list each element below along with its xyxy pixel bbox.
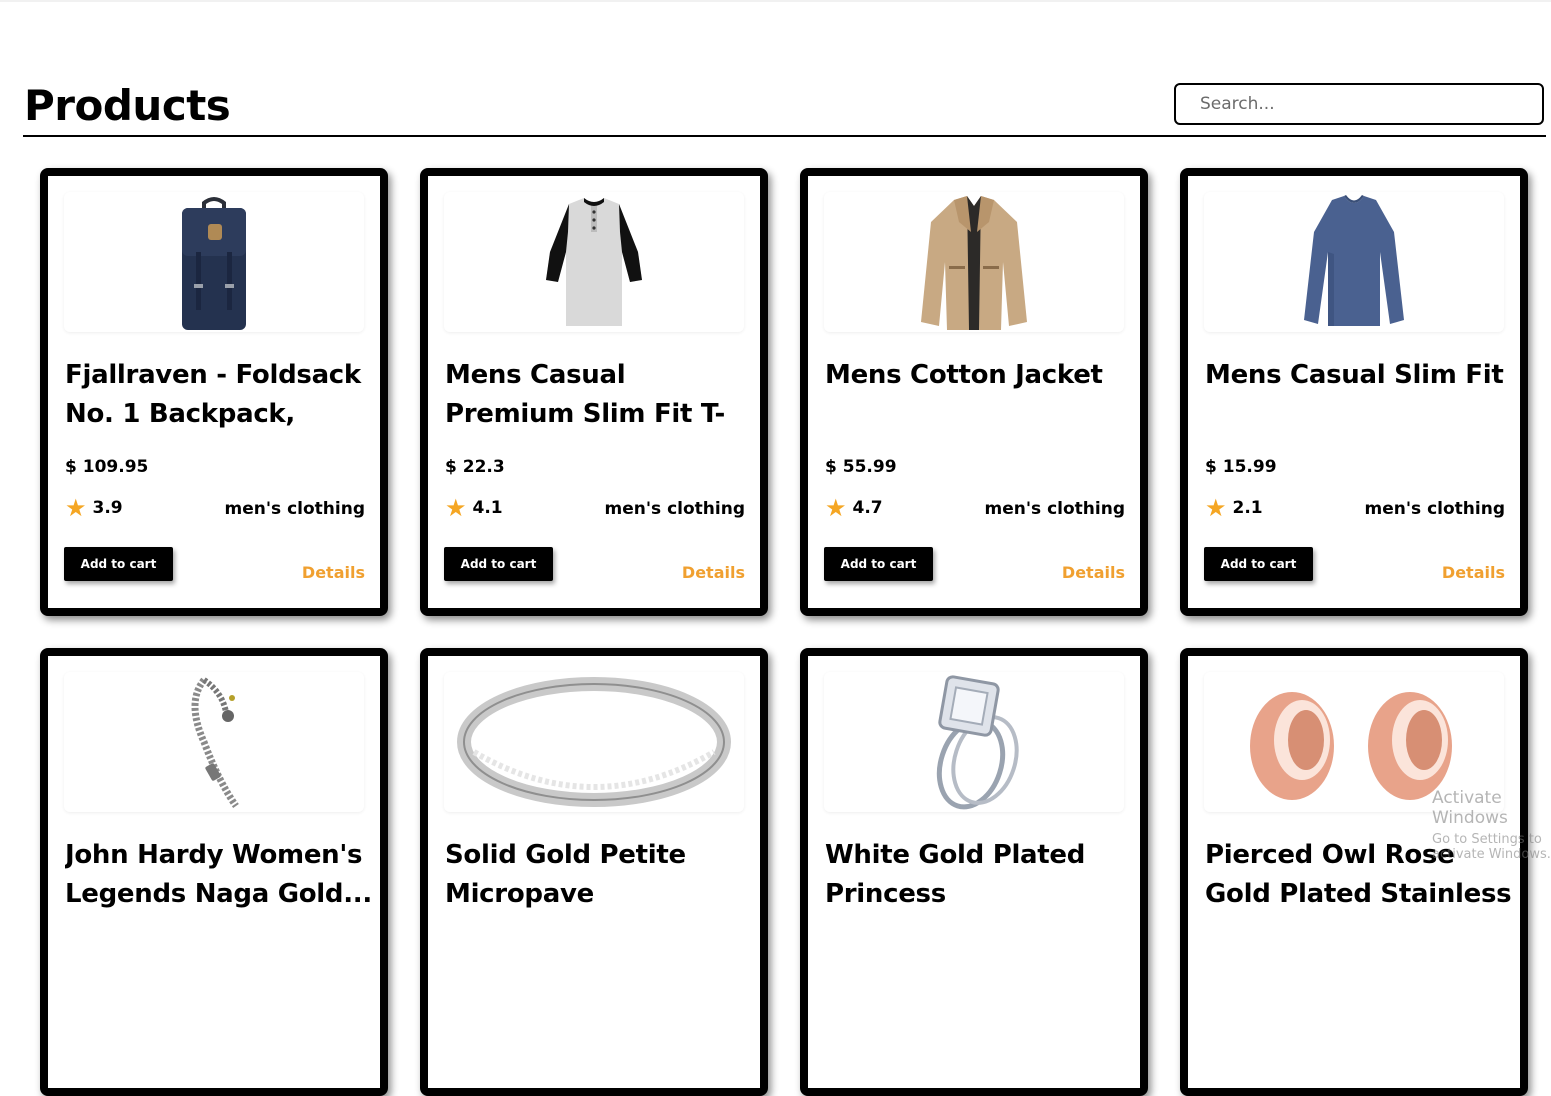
details-link[interactable]: Details xyxy=(682,563,745,582)
product-category: men's clothing xyxy=(604,499,746,519)
diamond-ring-icon xyxy=(936,675,1019,810)
star-icon: ★ xyxy=(825,494,847,522)
product-title: White Gold Plated Princess xyxy=(825,840,1086,909)
details-link[interactable]: Details xyxy=(302,563,365,582)
product-image xyxy=(1204,192,1504,332)
product-title: Solid Gold Petite Micropave xyxy=(445,840,686,909)
tunnel-earrings-icon xyxy=(1250,692,1452,800)
product-title: Pierced Owl Rose Gold Plated Stainless S… xyxy=(1205,840,1512,909)
add-to-cart-button[interactable]: Add to cart xyxy=(444,547,553,581)
product-image xyxy=(444,672,744,812)
jacket-icon xyxy=(921,196,1027,330)
product-card: Mens Casual Slim Fit $ 15.99 ★ 2.1 men's… xyxy=(1180,168,1528,616)
product-price: $ 15.99 xyxy=(1205,457,1277,477)
product-image xyxy=(1204,672,1504,812)
longsleeve-icon xyxy=(1304,195,1404,326)
product-title: Mens Casual Slim Fit xyxy=(1205,360,1504,390)
product-rating: ★ 3.9 xyxy=(65,494,123,522)
star-icon: ★ xyxy=(65,494,87,522)
star-icon: ★ xyxy=(445,494,467,522)
product-card: Mens Cotton Jacket $ 55.99 ★ 4.7 men's c… xyxy=(800,168,1148,616)
product-image xyxy=(824,672,1124,812)
product-category: men's clothing xyxy=(1364,499,1506,519)
details-link[interactable]: Details xyxy=(1442,563,1505,582)
page-header: Products xyxy=(23,78,1546,137)
product-category: men's clothing xyxy=(224,499,366,519)
tshirt-icon xyxy=(546,198,642,326)
product-price: $ 109.95 xyxy=(65,457,149,477)
rating-value: 4.1 xyxy=(472,498,503,518)
product-category: men's clothing xyxy=(984,499,1126,519)
product-card: White Gold Plated Princess xyxy=(800,648,1148,1096)
product-rating: ★ 4.1 xyxy=(445,494,503,522)
product-card: Solid Gold Petite Micropave xyxy=(420,648,768,1096)
product-price: $ 22.3 xyxy=(445,457,505,477)
product-title: John Hardy Women's Legends Naga Gold... xyxy=(65,840,372,909)
product-rating: ★ 2.1 xyxy=(1205,494,1263,522)
add-to-cart-button[interactable]: Add to cart xyxy=(1204,547,1313,581)
product-card: Mens Casual Premium Slim Fit T-Shirts $ … xyxy=(420,168,768,616)
product-card: Fjallraven - Foldsack No. 1 Backpack, Fi… xyxy=(40,168,388,616)
product-title: Fjallraven - Foldsack No. 1 Backpack, Fi… xyxy=(65,360,361,429)
product-image xyxy=(444,192,744,332)
star-icon: ★ xyxy=(1205,494,1227,522)
add-to-cart-button[interactable]: Add to cart xyxy=(64,547,173,581)
rating-value: 3.9 xyxy=(92,498,123,518)
add-to-cart-button[interactable]: Add to cart xyxy=(824,547,933,581)
rating-value: 2.1 xyxy=(1232,498,1263,518)
product-price: $ 55.99 xyxy=(825,457,897,477)
product-image xyxy=(824,192,1124,332)
product-rating: ★ 4.7 xyxy=(825,494,883,522)
product-card: Pierced Owl Rose Gold Plated Stainless S… xyxy=(1180,648,1528,1096)
product-image xyxy=(64,672,364,812)
product-title: Mens Cotton Jacket xyxy=(825,360,1103,390)
search-input[interactable] xyxy=(1174,83,1544,125)
details-link[interactable]: Details xyxy=(1062,563,1125,582)
page-title: Products xyxy=(24,81,231,130)
top-border xyxy=(0,0,1551,2)
ring-icon xyxy=(457,677,731,807)
product-title: Mens Casual Premium Slim Fit T-Shirts xyxy=(445,360,726,429)
product-card: John Hardy Women's Legends Naga Gold... xyxy=(40,648,388,1096)
backpack-icon xyxy=(182,197,246,330)
product-image xyxy=(64,192,364,332)
bracelet-icon xyxy=(191,677,239,809)
rating-value: 4.7 xyxy=(852,498,883,518)
